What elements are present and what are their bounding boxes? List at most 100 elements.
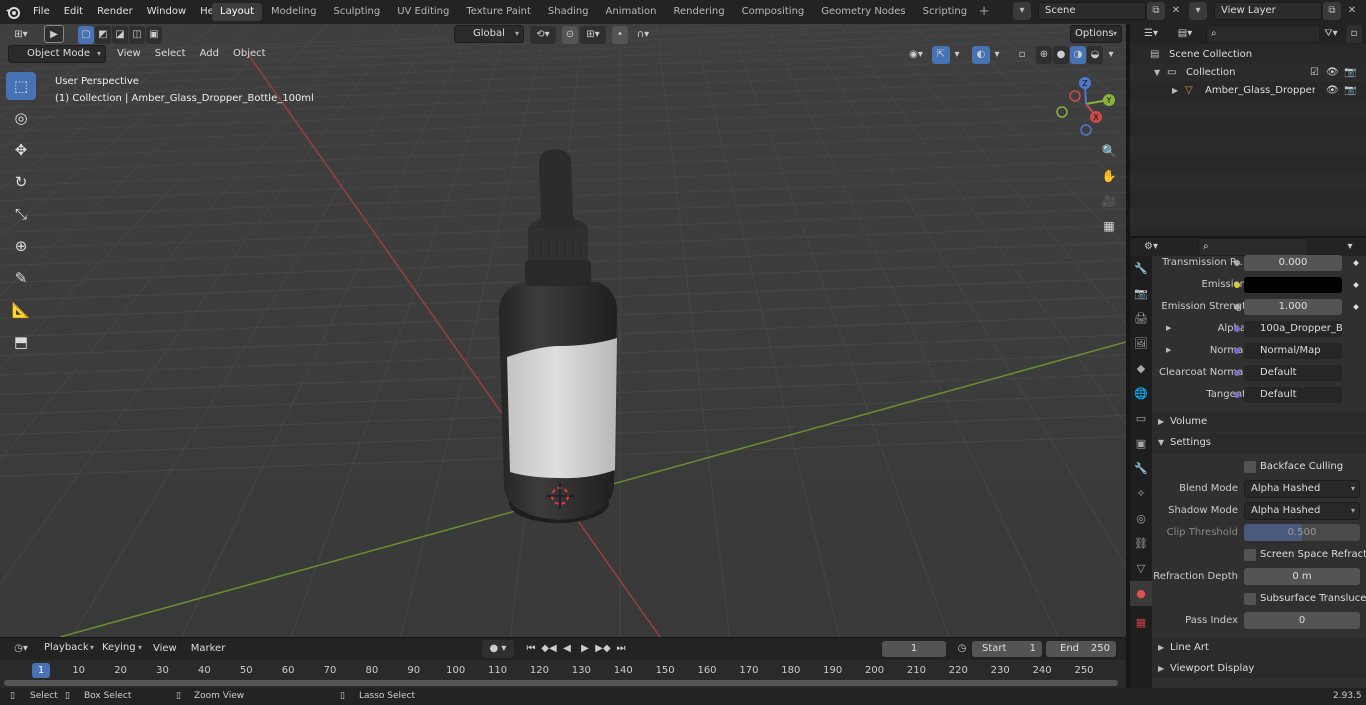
backface-checkbox[interactable] <box>1244 461 1256 473</box>
rotate-tool-icon[interactable]: ↻ <box>6 168 36 196</box>
subsurface-checkbox[interactable] <box>1244 593 1256 605</box>
settings-panel-header[interactable]: ▼ Settings <box>1152 433 1366 453</box>
material-tab-icon[interactable]: ● <box>1130 581 1152 606</box>
view-layer-browse-icon[interactable]: ▾ <box>1189 2 1207 20</box>
new-view-layer-icon[interactable]: ⧉ <box>1323 2 1341 20</box>
output-tab-icon[interactable]: 🖨 <box>1130 306 1152 331</box>
view-layer-tab-icon[interactable]: 🖼 <box>1130 331 1152 356</box>
annotate-tool-icon[interactable]: ✎ <box>6 264 36 292</box>
socket-icon[interactable] <box>1234 348 1240 354</box>
jump-keyframe-back-icon[interactable]: ◆◀ <box>541 640 557 658</box>
physics-tab-icon[interactable]: ◎ <box>1130 506 1152 531</box>
overlay-toggle-icon[interactable]: ◐ <box>972 46 990 64</box>
clip-threshold-field[interactable]: 0.500 <box>1244 524 1360 541</box>
display-mode-icon[interactable]: ▤▾ <box>1172 25 1198 43</box>
new-scene-icon[interactable]: ⧉ <box>1147 2 1165 20</box>
object-visibility-icon[interactable]: 👁 <box>1326 82 1339 100</box>
scene-browse-icon[interactable]: ▾ <box>1013 2 1031 20</box>
menu-add[interactable]: Add <box>193 44 226 64</box>
collection-expand-icon[interactable]: ▼ <box>1154 64 1160 82</box>
scale-tool-icon[interactable]: ⤡ <box>6 200 36 228</box>
play-reverse-icon[interactable]: ◀ <box>559 640 575 658</box>
timeline-marker-menu[interactable]: Marker <box>184 639 233 659</box>
menu-render[interactable]: Render <box>90 0 140 24</box>
timeline-editor-icon[interactable]: ◷▾ <box>8 640 34 658</box>
shading-dropdown-icon[interactable]: ▾ <box>1104 46 1118 64</box>
visibility-icon[interactable]: ◉▾ <box>902 46 930 64</box>
socket-icon[interactable] <box>1234 304 1240 310</box>
tab-layout[interactable]: Layout <box>212 3 262 21</box>
zoom-icon[interactable]: 🔍 <box>1098 140 1120 162</box>
collection-render-icon[interactable]: 📷 <box>1344 64 1356 82</box>
normal-expand-icon[interactable]: ▶ <box>1166 346 1171 354</box>
gizmo-dropdown-icon[interactable]: ▾ <box>950 46 964 64</box>
3d-viewport[interactable]: ⊞▾ ▶ ▢ ◩ ◪ ◫ ▣ Global ▾ ⟲▾ ⊙ ⊞▾ • ∩▾ Opti… <box>0 24 1126 637</box>
tab-modeling[interactable]: Modeling <box>263 3 325 21</box>
refraction-depth-field[interactable]: 0 m <box>1244 568 1360 585</box>
line-art-panel-header[interactable]: ▶ Line Art <box>1152 638 1366 658</box>
rendered-shading-icon[interactable]: ◒ <box>1087 46 1103 64</box>
mode-subtract-icon[interactable]: ◪ <box>112 26 128 44</box>
viewport-display-panel-header[interactable]: ▶ Viewport Display <box>1152 659 1366 679</box>
tab-scripting[interactable]: Scripting <box>915 3 975 21</box>
tab-shading[interactable]: Shading <box>540 3 597 21</box>
xray-icon[interactable]: ▫ <box>1014 46 1030 64</box>
pass-index-field[interactable]: 0 <box>1244 612 1360 629</box>
frame-ruler[interactable]: 1 10 20 30 40 50 60 70 80 90 100 110 120 130 140 150 16… <box>0 662 1126 680</box>
editor-type-icon[interactable]: ⊞▾ <box>8 26 34 44</box>
overlay-dropdown-icon[interactable]: ▾ <box>990 46 1004 64</box>
outliner-row-object[interactable]: ▶ ▽ Amber_Glass_Dropper_B... 👁 📷 <box>1130 82 1366 100</box>
outliner-editor-icon[interactable]: ☰▾ <box>1138 25 1164 43</box>
outliner-search-input[interactable]: ⌕ <box>1206 25 1320 43</box>
measure-tool-icon[interactable]: 📐 <box>6 296 36 324</box>
select-mode-icon[interactable]: ▶ <box>44 25 64 43</box>
alpha-link-field[interactable]: 100a_Dropper_Bottl... <box>1244 321 1342 337</box>
outliner-row-collection[interactable]: ▼ ▭ Collection ☑ 👁 📷 <box>1130 64 1366 82</box>
solid-shading-icon[interactable]: ● <box>1053 46 1069 64</box>
playback-menu[interactable]: Playback ▾ <box>40 640 98 658</box>
falloff-icon[interactable]: ∩▾ <box>630 26 656 44</box>
volume-panel-header[interactable]: ▶ Volume <box>1152 412 1366 432</box>
socket-icon[interactable] <box>1234 392 1240 398</box>
record-icon[interactable]: ● ▾ <box>482 640 514 658</box>
preview-range-icon[interactable]: ◷ <box>954 640 970 658</box>
shadow-mode-dropdown[interactable]: Alpha Hashed ▾ <box>1244 502 1360 520</box>
collection-tab-icon[interactable]: ▭ <box>1130 406 1152 431</box>
options-dropdown[interactable]: Options ▾ <box>1070 25 1122 43</box>
delete-scene-icon[interactable]: ✕ <box>1167 2 1185 20</box>
tab-texture-paint[interactable]: Texture Paint <box>458 3 539 21</box>
snap-target-icon[interactable]: ⊞▾ <box>580 26 606 44</box>
mode-new-icon[interactable]: ▢ <box>78 26 94 44</box>
socket-icon[interactable] <box>1234 370 1240 376</box>
collection-checkbox-icon[interactable]: ☑ <box>1310 64 1319 82</box>
tab-compositing[interactable]: Compositing <box>734 3 813 21</box>
orientation-dropdown[interactable]: Global ▾ <box>454 25 524 43</box>
tangent-field[interactable]: Default <box>1244 387 1342 403</box>
snap-icon[interactable]: ⊙ <box>562 26 578 44</box>
current-frame-field[interactable]: 1 <box>882 641 946 657</box>
modifier-tab-icon[interactable]: 🔧 <box>1130 456 1152 481</box>
perspective-grid-icon[interactable]: ▦ <box>1098 215 1120 237</box>
scene-tab-icon[interactable]: ◆ <box>1130 356 1152 381</box>
keyframe-icon[interactable] <box>1353 260 1359 266</box>
object-tab-icon[interactable]: ▣ <box>1130 431 1152 456</box>
clearcoat-normal-field[interactable]: Default <box>1244 365 1342 381</box>
keying-menu[interactable]: Keying ▾ <box>98 640 146 658</box>
play-icon[interactable]: ▶ <box>577 640 593 658</box>
jump-keyframe-forward-icon[interactable]: ▶◆ <box>595 640 611 658</box>
material-shading-icon[interactable]: ◑ <box>1070 46 1086 64</box>
add-cube-tool-icon[interactable]: ⬒ <box>6 328 36 356</box>
tool-tab-icon[interactable]: 🔧 <box>1130 256 1152 281</box>
socket-icon[interactable] <box>1234 326 1240 332</box>
wireframe-shading-icon[interactable]: ⊕ <box>1036 46 1052 64</box>
scene-field[interactable]: Scene <box>1038 2 1146 20</box>
menu-object[interactable]: Object <box>226 44 273 64</box>
tab-rendering[interactable]: Rendering <box>666 3 733 21</box>
jump-end-icon[interactable]: ⏭ <box>613 640 629 658</box>
particles-tab-icon[interactable]: ✧ <box>1130 481 1152 506</box>
gizmo-toggle-icon[interactable]: ⇱ <box>932 46 950 64</box>
pan-hand-icon[interactable]: ✋ <box>1098 165 1120 187</box>
pivot-icon[interactable]: ⟲▾ <box>530 26 556 44</box>
mode-intersect-icon[interactable]: ▣ <box>146 26 162 44</box>
timeline-scrollbar[interactable] <box>4 680 1118 686</box>
